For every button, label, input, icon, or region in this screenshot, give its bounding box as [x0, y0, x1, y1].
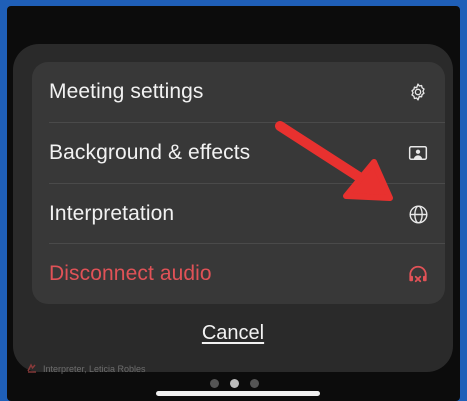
meeting-settings-item[interactable]: Meeting settings [32, 62, 445, 122]
globe-icon [407, 203, 429, 225]
disconnect-audio-label: Disconnect audio [49, 262, 212, 285]
cancel-label: Cancel [201, 322, 265, 344]
participant-caption: Interpreter, Leticia Robles [27, 363, 146, 375]
participant-text: Interpreter, Leticia Robles [43, 364, 146, 374]
disconnect-audio-item[interactable]: Disconnect audio [32, 244, 445, 304]
interpreter-icon [27, 363, 37, 375]
gear-icon [407, 81, 429, 103]
page-dot-active[interactable] [230, 379, 239, 388]
page-dot[interactable] [210, 379, 219, 388]
page-indicator[interactable] [210, 379, 259, 388]
phone-screen: Meeting settings Background & effects In… [7, 6, 460, 401]
background-icon [407, 142, 429, 164]
annotation-arrow-icon [275, 121, 393, 201]
meeting-settings-label: Meeting settings [49, 80, 204, 103]
background-effects-label: Background & effects [49, 141, 251, 164]
cancel-button[interactable]: Cancel [13, 322, 453, 345]
home-indicator[interactable] [156, 391, 320, 396]
page-dot[interactable] [250, 379, 259, 388]
disconnect-audio-icon [407, 263, 429, 285]
interpretation-label: Interpretation [49, 202, 175, 225]
